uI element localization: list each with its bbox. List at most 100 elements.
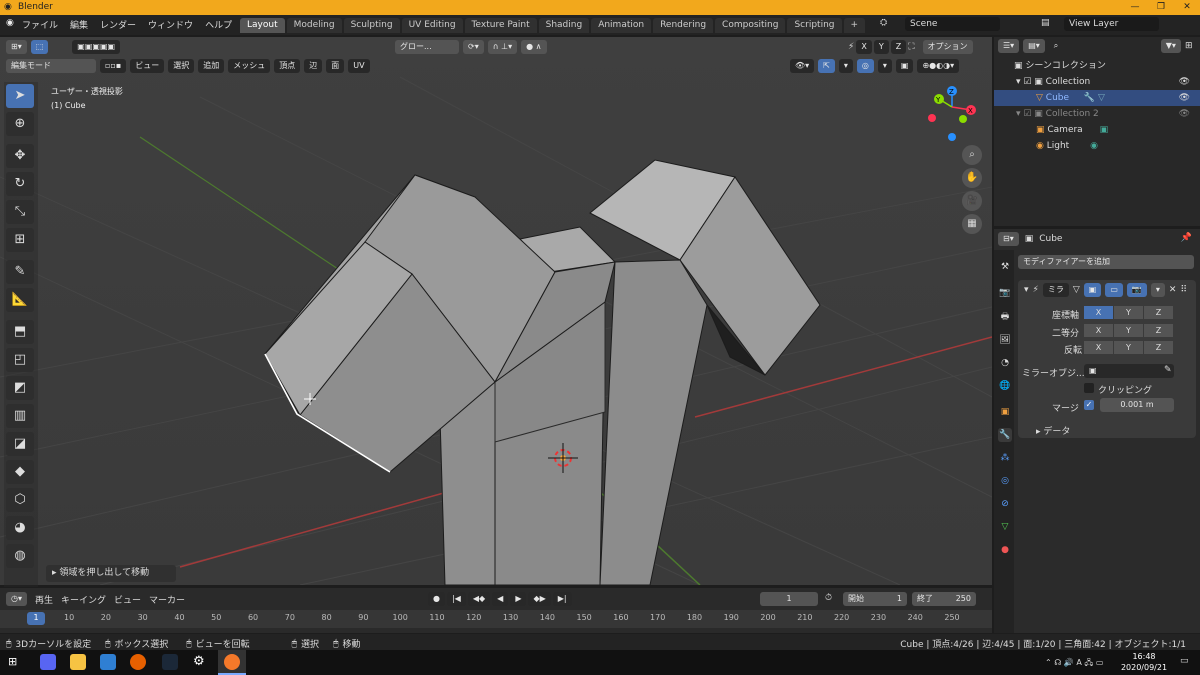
outliner-editor-type-icon[interactable]: ☰▾	[998, 39, 1020, 53]
axis-z-toggle[interactable]: Z	[890, 40, 907, 54]
stopwatch-icon[interactable]: ⏱	[825, 593, 832, 603]
mail-icon[interactable]	[100, 654, 116, 670]
scale-tool-icon[interactable]: ⤡	[6, 200, 34, 224]
tab-modeling[interactable]: Modeling	[286, 18, 342, 33]
inset-tool-icon[interactable]: ◰	[6, 348, 34, 372]
merge-distance-field[interactable]: 0.001 m	[1100, 398, 1174, 412]
menu-mesh[interactable]: メッシュ	[228, 59, 271, 73]
menu-face[interactable]: 面	[326, 59, 345, 73]
knife-tool-icon[interactable]: ◪	[6, 432, 34, 456]
axis-z-button[interactable]: Z	[1144, 306, 1173, 319]
shading-mode-buttons[interactable]: ⊕●◐◑▾	[917, 59, 960, 73]
menu-edge[interactable]: 辺	[304, 59, 323, 73]
blender-menu-icon[interactable]: ◉	[6, 18, 14, 28]
tab-compositing[interactable]: Compositing	[715, 18, 786, 33]
axis-x-button[interactable]: X	[1084, 306, 1113, 319]
system-tray-icons[interactable]: ⌃ ☊ 🔊 A 🖧 ▭	[1045, 657, 1103, 671]
bevel-tool-icon[interactable]: ◩	[6, 376, 34, 400]
modifier-tab-icon[interactable]: 🔧	[998, 428, 1012, 442]
visibility-eye-icon[interactable]: 👁	[1179, 90, 1190, 106]
gizmo-toggle-icon[interactable]: ⇱	[818, 59, 835, 73]
constraints-tab-icon[interactable]: ⊘	[998, 497, 1012, 511]
proportional-edit-icon[interactable]: ● ∧	[521, 40, 547, 54]
scene-icon[interactable]: ⛭	[880, 18, 887, 28]
tab-texture-paint[interactable]: Texture Paint	[464, 18, 537, 33]
menu-marker[interactable]: マーカー	[149, 593, 185, 606]
object-tab-icon[interactable]: ▣	[998, 405, 1012, 419]
bisect-z-button[interactable]: Z	[1144, 324, 1173, 337]
collapse-icon[interactable]: ▾	[1024, 285, 1029, 295]
pin-icon[interactable]: 📌	[1181, 233, 1192, 243]
menu-file[interactable]: ファイル	[22, 18, 58, 31]
scene-tab-icon[interactable]: ◔	[998, 356, 1012, 370]
maximize-button[interactable]: ❐	[1148, 0, 1174, 15]
menu-render[interactable]: レンダー	[100, 18, 136, 31]
menu-keying[interactable]: キーイング	[61, 593, 106, 606]
world-tab-icon[interactable]: 🌐	[998, 379, 1012, 393]
output-tab-icon[interactable]: 🖶	[998, 310, 1012, 324]
steam-icon[interactable]	[162, 654, 178, 670]
mode-dropdown[interactable]: 編集モード	[6, 59, 96, 73]
firefox-icon[interactable]	[130, 654, 146, 670]
axis-y-button[interactable]: Y	[1114, 306, 1143, 319]
select-tool-icon[interactable]: ⬚	[30, 40, 49, 54]
display-mode-icon[interactable]: ▤▾	[1023, 39, 1045, 53]
particles-tab-icon[interactable]: ⁂	[998, 451, 1012, 465]
move-tool-icon[interactable]: ✥	[6, 144, 34, 168]
visibility-eye-icon[interactable]: 👁	[1179, 106, 1190, 122]
timeline-ruler[interactable]: 1 10 20 30 40 50 60 70 80 90 100 110 120 130 140 150 160…	[0, 610, 992, 628]
snap-icon[interactable]: ∩ ⊥▾	[487, 40, 518, 54]
flip-x-button[interactable]: X	[1084, 341, 1113, 354]
shrink-fatten-tool-icon[interactable]: ◍	[6, 544, 34, 568]
menu-window[interactable]: ウィンドウ	[148, 18, 193, 31]
xray-toggle-icon[interactable]: ▣	[895, 59, 914, 73]
visibility-icon[interactable]: 👁▾	[790, 59, 815, 73]
windows-start-icon[interactable]: ⊞	[8, 655, 17, 668]
menu-view[interactable]: ビュー	[130, 59, 165, 73]
material-tab-icon[interactable]: ●	[998, 543, 1012, 557]
cursor-tool-icon[interactable]: ⊕	[6, 112, 34, 136]
physics-tab-icon[interactable]: ◎	[998, 474, 1012, 488]
tool-tab-icon[interactable]: ⚒	[998, 260, 1012, 274]
transform-tool-icon[interactable]: ⊞	[6, 228, 34, 252]
menu-uv[interactable]: UV	[348, 59, 370, 73]
measure-tool-icon[interactable]: 📐	[6, 288, 34, 312]
flip-y-button[interactable]: Y	[1114, 341, 1143, 354]
settings-gear-icon[interactable]: ⚙	[193, 654, 205, 669]
filter-icon[interactable]: ▼▾	[1160, 39, 1181, 53]
select-mode-buttons[interactable]: ▣▣▣▣▣	[72, 40, 121, 54]
zoom-icon[interactable]: ⌕	[962, 145, 982, 165]
pivot-point-icon[interactable]: ⟳▾	[463, 40, 484, 54]
loop-cut-tool-icon[interactable]: ▥	[6, 404, 34, 428]
view-layer-selector[interactable]: View Layer	[1064, 17, 1159, 31]
overlay-dropdown-icon[interactable]: ▾	[877, 59, 892, 73]
modifier-menu-icon[interactable]: ▾	[1150, 283, 1165, 297]
merge-checkbox[interactable]: ✓	[1084, 400, 1094, 410]
select-box-tool-icon[interactable]: ➤	[6, 84, 34, 108]
tab-rendering[interactable]: Rendering	[653, 18, 714, 33]
tab-shading[interactable]: Shading	[538, 18, 590, 33]
tab-sculpting[interactable]: Sculpting	[343, 18, 400, 33]
data-subpanel-header[interactable]: ▸ データ	[1036, 424, 1070, 437]
minimize-button[interactable]: —	[1122, 0, 1148, 15]
annotate-tool-icon[interactable]: ✎	[6, 260, 34, 284]
outliner-row-collection[interactable]: ▾ ☑ ▣ Collection 👁	[994, 74, 1200, 90]
menu-select[interactable]: 選択	[168, 59, 195, 73]
data-tab-icon[interactable]: ▽	[998, 520, 1012, 534]
select-mode-vertex-edge-face[interactable]: ▫▫▪	[100, 59, 127, 73]
menu-playback[interactable]: 再生	[35, 593, 53, 606]
tab-animation[interactable]: Animation	[591, 18, 652, 33]
camera-view-icon[interactable]: 🎥	[962, 191, 982, 211]
bisect-x-button[interactable]: X	[1084, 324, 1113, 337]
render-tab-icon[interactable]: 📷	[998, 286, 1012, 300]
properties-editor-type-icon[interactable]: ⊟▾	[998, 232, 1019, 246]
mirror-object-field[interactable]: ▣	[1084, 364, 1174, 378]
file-explorer-icon[interactable]	[70, 654, 86, 670]
outliner-row-camera[interactable]: ▣ Camera ▣	[994, 122, 1200, 138]
menu-add[interactable]: 追加	[198, 59, 225, 73]
3d-viewport[interactable]: Z Y X	[0, 37, 992, 585]
render-display-icon[interactable]: 📷	[1126, 283, 1147, 297]
jump-start-icon[interactable]: |◀	[446, 592, 466, 606]
play-icon[interactable]: ▶	[510, 592, 527, 606]
bisect-y-button[interactable]: Y	[1114, 324, 1143, 337]
